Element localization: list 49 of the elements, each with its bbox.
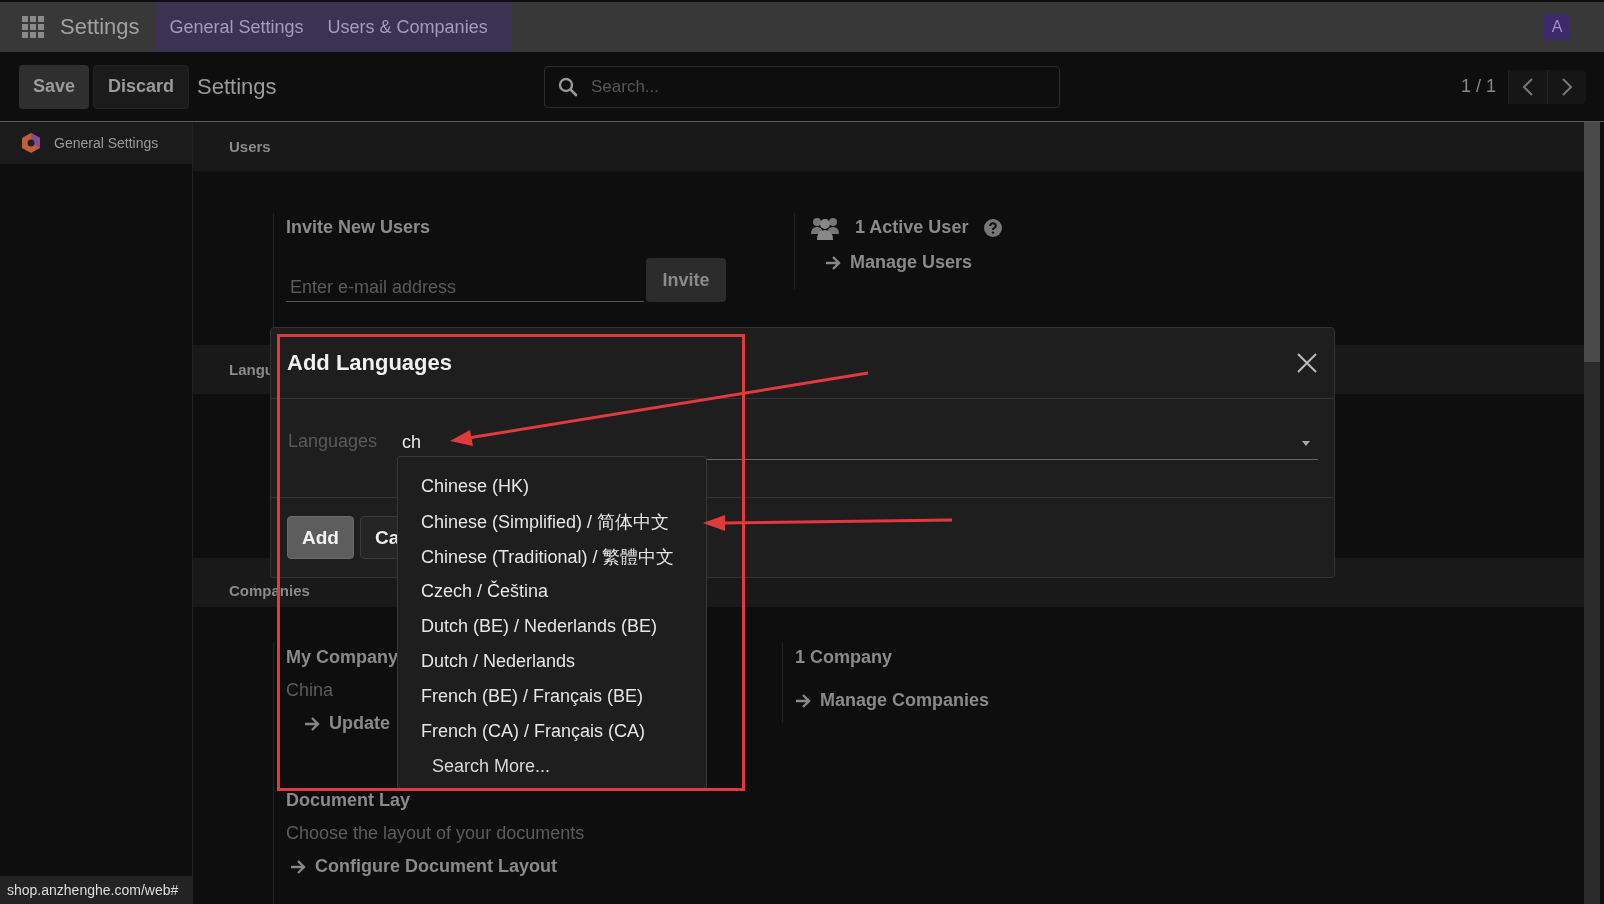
update-link[interactable]: Update — [286, 713, 390, 734]
menu-item[interactable]: Users & Companies — [315, 2, 500, 52]
language-option[interactable]: French (BE) / Français (BE) — [398, 679, 706, 714]
company-count: 1 Company — [795, 646, 893, 669]
setting-title: Document Lay — [286, 789, 411, 812]
field-label: Languages — [288, 430, 379, 452]
help-icon[interactable] — [984, 218, 1003, 237]
language-option[interactable]: Dutch (BE) / Nederlands (BE) — [398, 609, 706, 644]
arrow-right-icon — [290, 859, 306, 874]
dropdown-caret-icon — [1302, 440, 1310, 446]
dialog-title: Add Languages — [287, 349, 452, 376]
arrow-right-icon — [795, 693, 811, 708]
email-input[interactable]: Enter e-mail address — [286, 274, 644, 302]
language-option[interactable]: Chinese (HK) — [398, 469, 706, 504]
configure-layout-link[interactable]: Configure Document Layout — [286, 856, 557, 877]
app-name[interactable]: Settings — [60, 14, 140, 40]
sidebar-item[interactable]: General Settings — [0, 122, 192, 164]
chevron-right-icon — [1561, 76, 1573, 97]
page-title: Settings — [197, 73, 277, 100]
save-button[interactable]: Save — [19, 64, 89, 109]
users-icon — [811, 215, 839, 240]
pager-counter: 1 / 1 — [1460, 76, 1496, 97]
discard-button[interactable]: Discard — [93, 64, 190, 109]
close-button[interactable] — [1296, 351, 1318, 374]
apps-grid-icon[interactable] — [22, 16, 44, 38]
scrollbar[interactable] — [1584, 122, 1600, 904]
status-url: shop.anzhenghe.com/web# — [0, 876, 192, 904]
company-name: My Company — [286, 646, 399, 669]
manage-users-link[interactable]: Manage Users — [807, 252, 973, 273]
language-option[interactable]: French (CA) / Français (CA) — [398, 714, 706, 749]
language-option[interactable]: Dutch / Nederlands — [398, 644, 706, 679]
manage-companies-link[interactable]: Manage Companies — [795, 690, 990, 711]
search-field[interactable]: Search... — [544, 65, 1060, 108]
chevron-left-icon — [1522, 76, 1534, 97]
arrow-right-icon — [304, 716, 320, 731]
invite-button[interactable]: Invite — [646, 258, 726, 302]
add-button[interactable]: Add — [287, 516, 354, 559]
hexagon-logo-icon — [21, 132, 41, 154]
active-users-count: 1 Active User — [855, 216, 969, 239]
menu-item[interactable]: General Settings — [157, 2, 316, 52]
user-avatar[interactable]: A — [1544, 14, 1570, 40]
setting-description: Choose the layout of your documents — [286, 823, 585, 844]
search-more-option[interactable]: Search More... — [398, 749, 706, 784]
setting-title: Invite New Users — [286, 216, 431, 239]
company-country: China — [286, 680, 334, 701]
section-title: Users — [229, 138, 271, 155]
search-icon — [558, 76, 578, 97]
language-option[interactable]: Czech / Čeština — [398, 574, 706, 609]
arrow-right-icon — [825, 255, 841, 270]
